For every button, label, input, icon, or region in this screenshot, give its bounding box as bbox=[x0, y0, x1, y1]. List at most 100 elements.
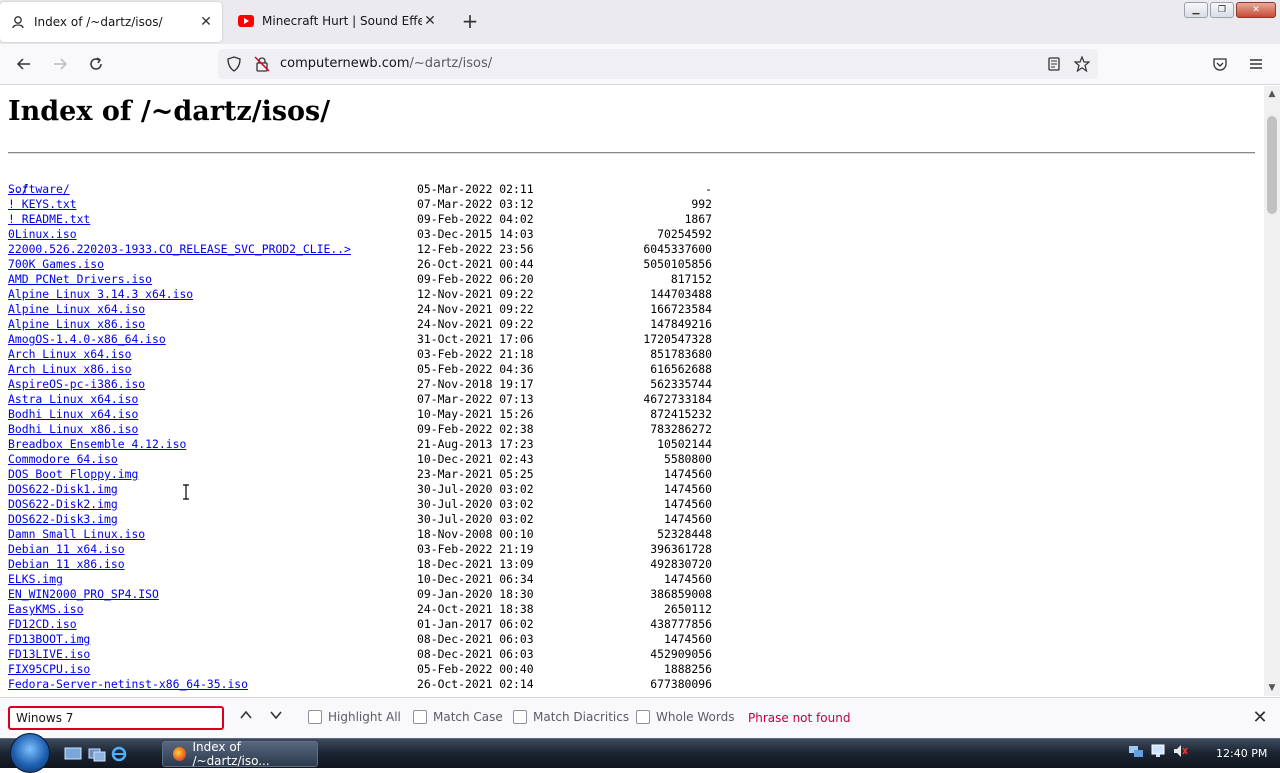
close-window-button[interactable]: ✕ bbox=[1236, 2, 1276, 18]
scroll-up-arrow-icon[interactable]: ▲ bbox=[1264, 86, 1280, 102]
url-bar[interactable]: computernewb.com/~dartz/isos/ bbox=[218, 49, 1098, 79]
checkbox-label: Match Case bbox=[433, 710, 503, 724]
file-link[interactable]: Breadbox Ensemble 4.12.iso bbox=[8, 437, 186, 452]
file-size: 1720547328 bbox=[643, 332, 712, 346]
file-link[interactable]: Alpine Linux x64.iso bbox=[8, 302, 145, 317]
checkbox-box[interactable] bbox=[636, 710, 650, 724]
file-link[interactable]: EasyKMS.iso bbox=[8, 602, 83, 617]
file-size: 396361728 bbox=[650, 542, 712, 556]
file-link[interactable]: EN_WIN2000_PRO_SP4.ISO bbox=[8, 587, 159, 602]
file-size: 52328448 bbox=[657, 527, 712, 541]
file-size: 1474560 bbox=[663, 572, 712, 586]
file-link[interactable]: DOS622-Disk1.img bbox=[8, 482, 118, 497]
display-icon[interactable] bbox=[1150, 743, 1166, 759]
file-link[interactable]: Bodhi Linux x86.iso bbox=[8, 422, 138, 437]
vertical-scrollbar[interactable]: ▲ ▼ bbox=[1264, 86, 1280, 696]
file-date: 09-Feb-2022 04:02 bbox=[417, 212, 534, 226]
new-tab-button[interactable]: + bbox=[458, 10, 482, 34]
internet-explorer-icon[interactable] bbox=[110, 746, 128, 762]
url-text[interactable]: computernewb.com/~dartz/isos/ bbox=[280, 56, 492, 71]
back-button[interactable] bbox=[12, 52, 36, 76]
find-previous-button[interactable] bbox=[236, 708, 256, 728]
reader-view-button[interactable] bbox=[1042, 52, 1066, 76]
clock[interactable]: 12:40 PM bbox=[1216, 747, 1267, 760]
window-switcher-icon[interactable] bbox=[88, 746, 106, 762]
scroll-down-arrow-icon[interactable]: ▼ bbox=[1264, 680, 1280, 696]
file-link[interactable]: Debian 11 x86.iso bbox=[8, 557, 125, 572]
list-item: DOS Boot Floppy.img 23-Mar-2021 05:25 1474… bbox=[8, 467, 712, 482]
file-link[interactable]: Fedora-Server-netinst-x86_64-35.iso bbox=[8, 677, 248, 692]
taskbar: Index of /~dartz/iso... 12:40 PM bbox=[0, 733, 1280, 773]
close-icon[interactable]: ✕ bbox=[422, 13, 438, 29]
checkbox-box[interactable] bbox=[413, 710, 427, 724]
file-link[interactable]: 700K Games.iso bbox=[8, 257, 104, 272]
file-link[interactable]: 0Linux.iso bbox=[8, 227, 77, 242]
taskbar-item-label: Index of /~dartz/iso... bbox=[192, 740, 270, 768]
file-date: 24-Nov-2021 09:22 bbox=[417, 317, 534, 331]
file-date: 12-Feb-2022 23:56 bbox=[417, 242, 534, 256]
find-next-button[interactable] bbox=[266, 708, 286, 728]
match-case-checkbox[interactable]: Match Case bbox=[413, 710, 503, 724]
file-link[interactable]: FD13BOOT.img bbox=[8, 632, 90, 647]
checkbox-box[interactable] bbox=[308, 710, 322, 724]
divider bbox=[8, 152, 1255, 154]
speaker-muted-icon[interactable] bbox=[1172, 743, 1188, 759]
checkbox-box[interactable] bbox=[513, 710, 527, 724]
file-size: 1474560 bbox=[663, 632, 712, 646]
bookmark-star-button[interactable] bbox=[1070, 52, 1094, 76]
file-link[interactable]: Debian 11 x64.iso bbox=[8, 542, 125, 557]
tab-youtube[interactable]: Minecraft Hurt | Sound Effect - ✕ bbox=[228, 0, 446, 42]
list-item: Arch Linux x86.iso 05-Feb-2022 04:36 61656… bbox=[8, 362, 712, 377]
tab-directory-index[interactable]: Index of /~dartz/isos/ ✕ bbox=[0, 2, 222, 42]
tab-title: Index of /~dartz/isos/ bbox=[34, 15, 163, 29]
minimize-button[interactable]: ▁ bbox=[1184, 2, 1208, 18]
match-diacritics-checkbox[interactable]: Match Diacritics bbox=[513, 710, 629, 724]
file-link[interactable]: Arch Linux x64.iso bbox=[8, 347, 131, 362]
pocket-button[interactable] bbox=[1208, 52, 1232, 76]
file-link[interactable]: FIX95CPU.iso bbox=[8, 662, 90, 677]
menu-button[interactable] bbox=[1244, 52, 1268, 76]
file-link[interactable]: Bodhi Linux x64.iso bbox=[8, 407, 138, 422]
checkbox-label: Match Diacritics bbox=[533, 710, 630, 724]
file-link[interactable]: Damn Small Linux.iso bbox=[8, 527, 145, 542]
file-link[interactable]: AspireOS-pc-i386.iso bbox=[8, 377, 145, 392]
file-link[interactable]: Alpine Linux 3.14.3 x64.iso bbox=[8, 287, 193, 302]
reload-button[interactable] bbox=[84, 52, 108, 76]
start-button[interactable] bbox=[10, 733, 50, 773]
network-icon[interactable] bbox=[1128, 743, 1144, 759]
file-link[interactable]: AmogOS-1.4.0-x86_64.iso bbox=[8, 332, 166, 347]
shield-icon[interactable] bbox=[226, 56, 242, 76]
list-item: EasyKMS.iso 24-Oct-2021 18:38 2650112 bbox=[8, 602, 712, 617]
file-link[interactable]: ! KEYS.txt bbox=[8, 197, 77, 212]
file-link[interactable]: FD12CD.iso bbox=[8, 617, 77, 632]
reader-icon bbox=[1048, 57, 1060, 71]
file-link[interactable]: DOS Boot Floppy.img bbox=[8, 467, 138, 482]
file-link[interactable]: AMD PCNet Drivers.iso bbox=[8, 272, 152, 287]
file-link[interactable]: Alpine Linux x86.iso bbox=[8, 317, 145, 332]
whole-words-checkbox[interactable]: Whole Words bbox=[636, 710, 734, 724]
file-link[interactable]: Commodore 64.iso bbox=[8, 452, 118, 467]
maximize-button[interactable]: ❐ bbox=[1210, 2, 1234, 18]
file-size: 1867 bbox=[684, 212, 712, 226]
file-size: 70254592 bbox=[657, 227, 712, 241]
forward-button[interactable] bbox=[48, 52, 72, 76]
file-link[interactable]: 22000.526.220203-1933.CO_RELEASE_SVC_PRO… bbox=[8, 242, 351, 257]
file-link[interactable]: FD13LIVE.iso bbox=[8, 647, 90, 662]
close-icon[interactable]: ✕ bbox=[198, 14, 214, 30]
file-link[interactable]: DOS622-Disk3.img bbox=[8, 512, 118, 527]
highlight-all-checkbox[interactable]: Highlight All bbox=[308, 710, 401, 724]
show-desktop-icon[interactable] bbox=[64, 746, 82, 762]
close-find-bar-button[interactable]: ✕ bbox=[1250, 708, 1270, 728]
lock-insecure-icon[interactable] bbox=[254, 56, 270, 76]
list-item: AMD PCNet Drivers.iso 09-Feb-2022 06:20 81… bbox=[8, 272, 712, 287]
url-host: computernewb.com bbox=[280, 56, 410, 71]
file-link[interactable]: ELKS.img bbox=[8, 572, 63, 587]
taskbar-item-firefox[interactable]: Index of /~dartz/iso... bbox=[162, 740, 318, 768]
scroll-thumb[interactable] bbox=[1267, 116, 1277, 214]
file-link[interactable]: ! README.txt bbox=[8, 212, 90, 227]
file-link[interactable]: Astra Linux x64.iso bbox=[8, 392, 138, 407]
file-link[interactable]: Arch Linux x86.iso bbox=[8, 362, 131, 377]
find-input[interactable] bbox=[8, 706, 224, 730]
file-link[interactable]: DOS622-Disk2.img bbox=[8, 497, 118, 512]
file-link[interactable]: Software/ bbox=[8, 182, 70, 197]
